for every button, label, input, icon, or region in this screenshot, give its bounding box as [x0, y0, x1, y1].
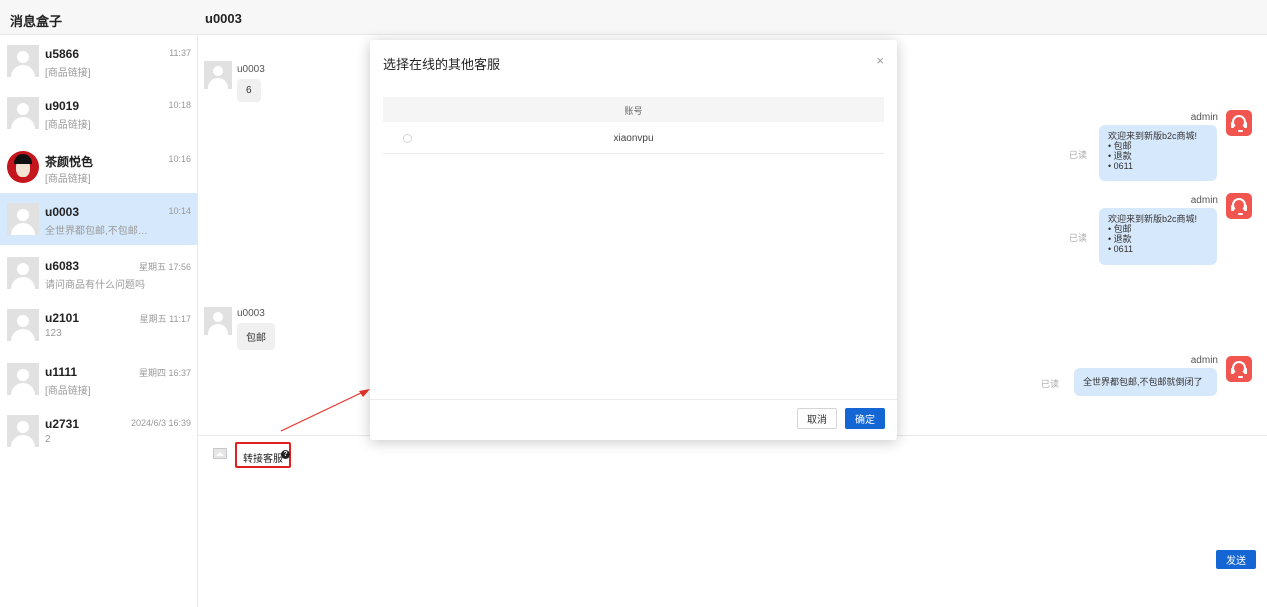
- send-button[interactable]: 发送: [1216, 550, 1256, 569]
- headset-icon: [1226, 356, 1252, 382]
- chat-title: u0003: [205, 11, 242, 26]
- conversation-name: u2101: [45, 311, 80, 325]
- message-text: 欢迎来到新版b2c商城!: [1108, 214, 1198, 224]
- conversation-name: u6083: [45, 259, 80, 273]
- modal-title: 选择在线的其他客服: [383, 57, 501, 72]
- app-window: 消息盒子 u0003 u5866 11:37 [商品链接] u9019 10:1…: [0, 0, 1267, 607]
- conversation-name: 茶颜悦色: [45, 155, 94, 169]
- message-bullet: • 退款: [1108, 234, 1132, 244]
- conversation-name: u9019: [45, 99, 80, 113]
- top-bar: 消息盒子 u0003: [0, 0, 1267, 35]
- message-sender: u0003: [237, 308, 265, 319]
- read-status: 已读: [1069, 150, 1088, 160]
- message-bullet: • 0611: [1108, 161, 1134, 171]
- avatar: [7, 363, 39, 395]
- table-header: 账号: [383, 97, 884, 122]
- conversation-time: 10:18: [168, 100, 191, 110]
- conversation-item[interactable]: u5866 11:37 [商品链接]: [0, 35, 197, 87]
- conversation-time: 11:37: [169, 48, 191, 58]
- message-bullet: • 退款: [1108, 151, 1132, 161]
- conversation-preview: 2: [45, 434, 51, 445]
- headset-icon: [1226, 110, 1252, 136]
- message-bubble: 欢迎来到新版b2c商城! • 包邮 • 退款 • 0611: [1099, 125, 1217, 181]
- message-text: 欢迎来到新版b2c商城!: [1108, 131, 1198, 141]
- image-upload-icon[interactable]: [213, 448, 227, 459]
- conversation-name: u2731: [45, 417, 80, 431]
- message-bubble: 全世界都包邮,不包邮就倒闭了: [1074, 368, 1217, 396]
- avatar: [7, 415, 39, 447]
- conversation-name: u1111: [45, 365, 78, 379]
- conversation-item[interactable]: u6083 星期五 17:56 请问商品有什么问题吗: [0, 247, 197, 299]
- headset-icon: [1226, 193, 1252, 219]
- message-sender: admin: [1190, 112, 1218, 123]
- message-sender: admin: [1190, 195, 1218, 206]
- column-header-account: 账号: [624, 106, 643, 116]
- conversation-list: u5866 11:37 [商品链接] u9019 10:18 [商品链接] 茶颜…: [0, 35, 198, 607]
- conversation-item[interactable]: 茶颜悦色 10:16 [商品链接]: [0, 141, 197, 193]
- message-bullet: • 0611: [1108, 244, 1134, 254]
- avatar: [204, 307, 232, 335]
- avatar: [7, 151, 39, 183]
- conversation-time: 2024/6/3 16:39: [130, 418, 191, 428]
- conversation-preview: [商品链接]: [45, 68, 91, 79]
- message-sender: u0003: [237, 64, 265, 75]
- message-box-title: 消息盒子: [10, 14, 63, 29]
- avatar: [7, 45, 39, 77]
- input-area: 转接客服 ? 发送: [198, 435, 1267, 607]
- avatar: [7, 97, 39, 129]
- confirm-button[interactable]: 确定: [845, 408, 885, 429]
- help-icon[interactable]: ?: [281, 450, 290, 459]
- conversation-preview: [商品链接]: [45, 386, 91, 397]
- transfer-agent-button[interactable]: 转接客服 ?: [235, 442, 291, 468]
- conversation-item[interactable]: u1111 星期四 16:37 [商品链接]: [0, 353, 197, 405]
- conversation-item[interactable]: u2101 星期五 11:17 123: [0, 299, 197, 351]
- read-status: 已读: [1041, 379, 1060, 389]
- message-bubble: 6: [237, 79, 261, 102]
- conversation-time: 10:16: [168, 154, 191, 164]
- conversation-item[interactable]: u9019 10:18 [商品链接]: [0, 87, 197, 139]
- conversation-time: 星期五 17:56: [138, 262, 191, 272]
- conversation-preview: [商品链接]: [45, 174, 91, 185]
- conversation-preview: 123: [45, 328, 62, 339]
- conversation-name: u0003: [45, 205, 80, 219]
- cancel-button[interactable]: 取消: [797, 408, 837, 429]
- avatar: [204, 61, 232, 89]
- read-status: 已读: [1069, 233, 1088, 243]
- message-bullet: • 包邮: [1108, 141, 1132, 151]
- select-agent-modal: 选择在线的其他客服 × 账号 xiaonvpu 取消 确定: [370, 40, 897, 440]
- conversation-item-active[interactable]: u0003 10:14 全世界都包邮,不包邮就倒...: [0, 193, 197, 245]
- avatar: [7, 203, 39, 235]
- message-sender: admin: [1190, 355, 1218, 366]
- account-cell: xiaonvpu: [613, 133, 654, 144]
- conversation-name: u5866: [45, 47, 80, 61]
- annotation-arrow: [280, 389, 370, 432]
- message-bubble: 包邮: [237, 323, 275, 350]
- conversation-time: 10:14: [168, 206, 191, 216]
- modal-footer: 取消 确定: [370, 399, 897, 440]
- conversation-preview: [商品链接]: [45, 120, 91, 131]
- conversation-item[interactable]: u2731 2024/6/3 16:39 2: [0, 405, 197, 457]
- conversation-preview: 请问商品有什么问题吗: [45, 280, 145, 291]
- avatar: [7, 257, 39, 289]
- message-bubble: 欢迎来到新版b2c商城! • 包邮 • 退款 • 0611: [1099, 208, 1217, 265]
- conversation-time: 星期四 16:37: [138, 368, 191, 378]
- avatar: [7, 309, 39, 341]
- table-row[interactable]: xiaonvpu: [383, 122, 884, 154]
- close-icon[interactable]: ×: [876, 54, 884, 67]
- conversation-preview: 全世界都包邮,不包邮就倒...: [45, 226, 155, 237]
- transfer-agent-label: 转接客服: [243, 454, 283, 465]
- conversation-time: 星期五 11:17: [139, 314, 191, 324]
- message-bullet: • 包邮: [1108, 224, 1132, 234]
